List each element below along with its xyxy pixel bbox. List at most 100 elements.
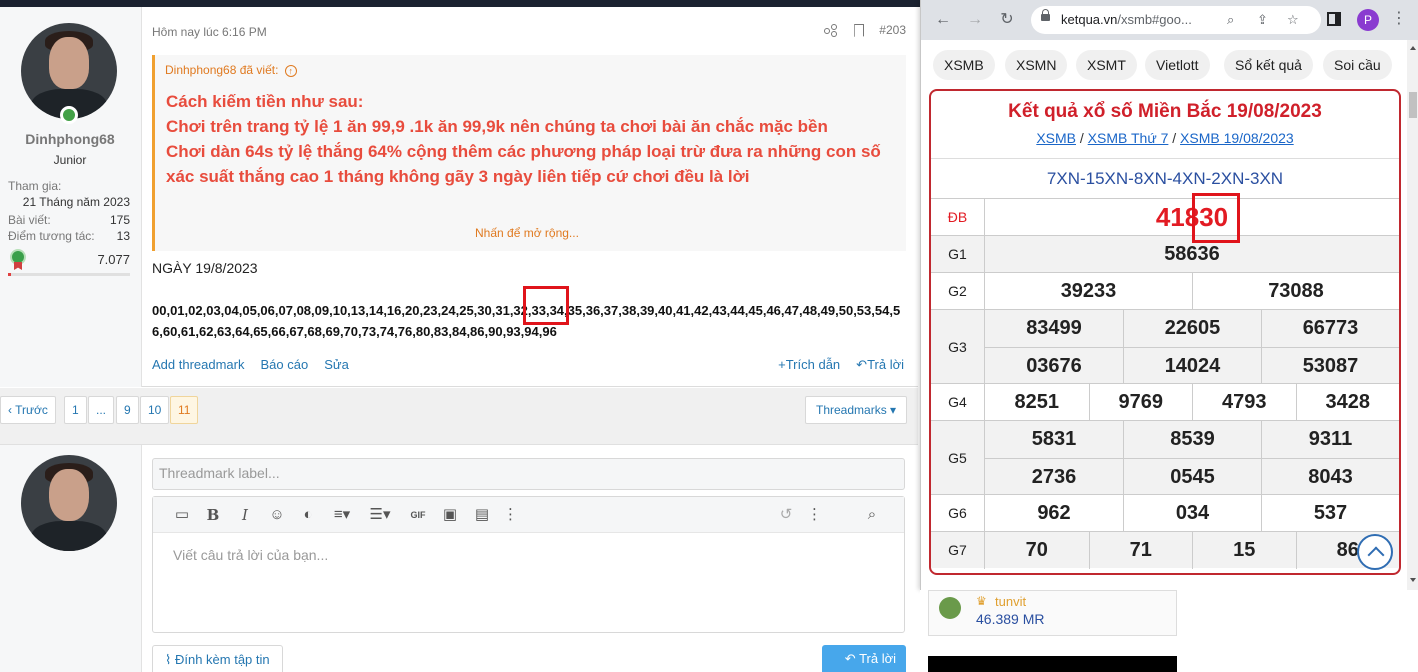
money-icon[interactable]: ▭: [171, 505, 193, 525]
page-link[interactable]: 9: [116, 396, 139, 424]
gif-icon[interactable]: GIF: [407, 505, 429, 525]
undo-icon[interactable]: ↺: [775, 505, 797, 525]
page-current[interactable]: 11: [170, 396, 199, 424]
result-row-db: ĐB 41830: [931, 198, 1399, 236]
search-icon[interactable]: ⌕: [1227, 12, 1234, 28]
menu-icon[interactable]: ⋮: [1391, 9, 1407, 29]
reply-link[interactable]: ↶Trả lời: [856, 357, 904, 373]
stat-value-joined: 21 Tháng năm 2023: [22, 195, 130, 209]
prize-number: 53087: [1261, 347, 1399, 384]
result-row-g6: G6 962 034 537: [931, 494, 1399, 532]
smiley-icon[interactable]: ☺: [266, 505, 288, 525]
more-options-icon[interactable]: ⋮: [503, 505, 518, 525]
share-icon[interactable]: [823, 23, 838, 37]
submit-reply-button[interactable]: ↶ Trả lời: [822, 645, 906, 672]
align-icon[interactable]: ≡▾: [327, 505, 357, 525]
media-icon[interactable]: ▤: [471, 505, 493, 525]
address-bar[interactable]: ketqua.vn/xsmb#goo... ⌕ ⇪ ☆: [1031, 6, 1321, 34]
prize-number: 8043: [1261, 458, 1399, 495]
page-link[interactable]: 10: [140, 396, 170, 424]
prev-page-button[interactable]: ‹ Trước: [0, 396, 56, 424]
chip-soi-cau[interactable]: Soi cầu: [1323, 50, 1392, 80]
arrow-up-circle-icon: ↑: [284, 65, 297, 77]
prize-label: G3: [931, 310, 985, 384]
image-icon[interactable]: ▣: [439, 505, 461, 525]
quote-button[interactable]: +Trích dẫn: [778, 357, 840, 373]
attach-file-button[interactable]: ⌇ Đính kèm tập tin: [152, 645, 283, 672]
bookmark-icon[interactable]: [851, 23, 865, 37]
forum-post: Dinhphong68 Junior Tham gia: 21 Tháng nă…: [0, 7, 918, 387]
link-xsmb-thu7[interactable]: XSMB Thứ 7: [1088, 130, 1169, 146]
caret-down-icon: ▾: [890, 403, 897, 417]
prize-number: 3428: [1295, 384, 1400, 421]
result-row-g5: G5 5831 8539 9311 2736 0545 8043: [931, 420, 1399, 495]
editor-toolbar: ▭ B I ☺ ◐ ≡▾ ☰▾ GIF ▣ ▤ ⋮ ↺ ⋮ ⌕: [153, 497, 904, 533]
user-role: Junior: [53, 153, 87, 167]
back-arrow-icon[interactable]: ←: [933, 10, 953, 30]
avatar[interactable]: [21, 23, 117, 119]
browser-toolbar: ← → ↻ ketqua.vn/xsmb#goo... ⌕ ⇪ ☆ P ⋮: [921, 0, 1418, 40]
stat-label-joined: Tham gia:: [8, 179, 62, 193]
reply-link-label: Trả lời: [867, 357, 904, 372]
add-threadmark-link[interactable]: Add threadmark: [152, 357, 245, 372]
quote-author[interactable]: Dinhphong68 đã viết: ↑: [165, 63, 297, 77]
profile-avatar[interactable]: P: [1357, 9, 1379, 31]
quote-line: Cách kiếm tiền như sau:: [166, 92, 364, 111]
page-link[interactable]: 1: [64, 396, 87, 424]
prize-label: ĐB: [931, 199, 985, 236]
page-scrollbar[interactable]: [1407, 40, 1418, 590]
chip-xsmb[interactable]: XSMB: [933, 50, 995, 80]
quote-block: Dinhphong68 đã viết: ↑ Cách kiếm tiền nh…: [152, 55, 906, 251]
username[interactable]: Dinhphong68: [0, 131, 140, 147]
browser-popup-window: ← → ↻ ketqua.vn/xsmb#goo... ⌕ ⇪ ☆ P ⋮ XS…: [920, 0, 1418, 590]
scroll-thumb[interactable]: [1409, 92, 1417, 118]
side-panel-icon[interactable]: [1327, 12, 1341, 26]
member-value: 46.389 MR: [976, 611, 1045, 627]
scroll-up-arrow-icon[interactable]: [1410, 46, 1416, 50]
chip-so-ket-qua[interactable]: Sổ kết quả: [1224, 50, 1313, 80]
chip-xsmn[interactable]: XSMN: [1005, 50, 1068, 80]
prize-label: G7: [931, 532, 985, 569]
link-xsmb[interactable]: XSMB: [1036, 130, 1076, 146]
scroll-to-top-button[interactable]: [1357, 534, 1393, 570]
user-points: 7.077: [97, 252, 130, 267]
prize-label: G6: [931, 495, 985, 532]
forward-arrow-icon[interactable]: →: [965, 10, 985, 30]
palette-icon[interactable]: ◐: [297, 505, 319, 525]
stat-value-reactions: 13: [116, 229, 130, 243]
star-icon[interactable]: ☆: [1287, 12, 1299, 28]
preview-icon[interactable]: ⌕: [861, 505, 883, 525]
chip-vietlott[interactable]: Vietlott: [1145, 50, 1210, 80]
prize-number: 66773: [1261, 310, 1399, 347]
bold-icon[interactable]: B: [203, 505, 223, 525]
more-options-icon[interactable]: ⋮: [807, 505, 822, 525]
scroll-down-arrow-icon[interactable]: [1410, 578, 1416, 582]
reload-icon[interactable]: ↻: [997, 10, 1017, 30]
link-xsmb-date[interactable]: XSMB 19/08/2023: [1180, 130, 1294, 146]
avatar[interactable]: [939, 597, 961, 619]
edit-link[interactable]: Sửa: [324, 357, 349, 372]
report-link[interactable]: Báo cáo: [261, 357, 309, 372]
threadmarks-dropdown[interactable]: Threadmarks ▾: [805, 396, 908, 424]
reply-editor[interactable]: ▭ B I ☺ ◐ ≡▾ ☰▾ GIF ▣ ▤ ⋮ ↺ ⋮ ⌕ Viết câu…: [152, 496, 905, 633]
member-name[interactable]: tunvit: [995, 594, 1026, 609]
share-icon[interactable]: ⇪: [1257, 12, 1268, 28]
black-banner: [928, 656, 1177, 672]
post-timestamp[interactable]: Hôm nay lúc 6:16 PM: [152, 25, 267, 39]
italic-icon[interactable]: I: [235, 505, 255, 525]
stat-label-posts: Bài viết:: [8, 213, 51, 227]
avatar[interactable]: [21, 455, 117, 551]
threadmark-label-input[interactable]: Threadmark label...: [152, 458, 905, 490]
page-ellipsis[interactable]: ...: [88, 396, 115, 424]
chip-xsmt[interactable]: XSMT: [1076, 50, 1137, 80]
date-line: NGÀY 19/8/2023: [152, 260, 258, 276]
post-actions-right: +Trích dẫn ↶Trả lời: [778, 357, 904, 373]
post-number-link[interactable]: #203: [879, 23, 906, 37]
quote-line: Chơi dàn 64s tỷ lệ thắng 64% cộng thêm c…: [166, 142, 881, 186]
medal-icon: [10, 249, 26, 270]
link-separator: /: [1076, 130, 1088, 146]
lottery-result-card: Kết quả xổ số Miền Bắc 19/08/2023 XSMB /…: [929, 89, 1401, 575]
quote-expand-link[interactable]: Nhấn để mở rộng...: [475, 226, 579, 240]
result-row-g4: G4 8251 9769 4793 3428: [931, 383, 1400, 421]
list-icon[interactable]: ☰▾: [365, 505, 395, 525]
